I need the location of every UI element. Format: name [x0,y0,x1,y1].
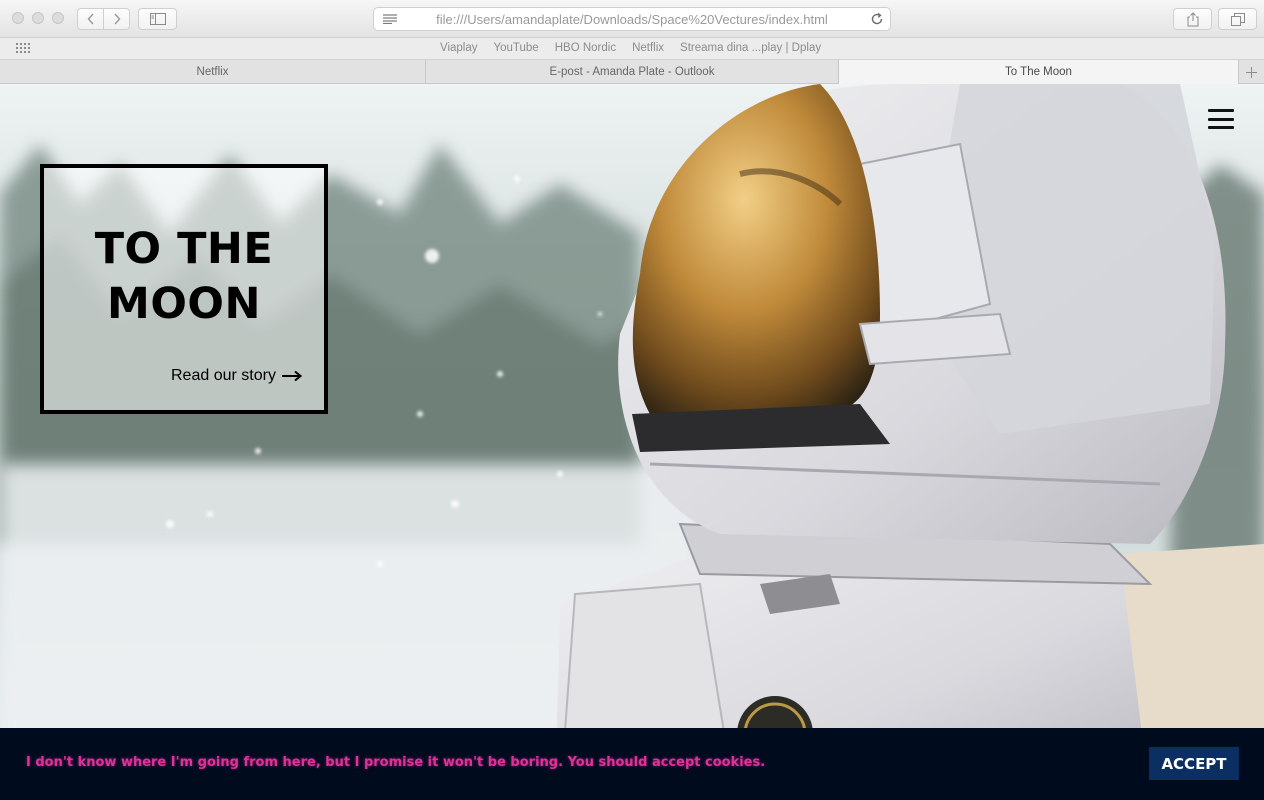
hero-title-line-2: MOON [107,279,261,329]
zoom-window-button[interactable] [52,12,64,24]
chevron-left-icon [87,13,94,25]
tab-netflix[interactable]: Netflix [0,60,426,84]
hamburger-menu-button[interactable] [1208,109,1234,129]
hero-title-card: TO THE MOON Read our story [40,164,328,414]
bookmark-dplay[interactable]: Streama dina ...play | Dplay [680,42,821,54]
tab-outlook[interactable]: E-post - Amanda Plate - Outlook [426,60,839,84]
tab-to-the-moon[interactable]: To The Moon [839,60,1239,84]
reload-icon[interactable] [869,11,885,27]
menu-bar-icon [1208,109,1234,112]
cookie-banner: I don't know where I'm going from here, … [0,728,1264,800]
top-sites-grid-icon[interactable] [16,43,30,53]
page-viewport: TO THE MOON Read our story I don't know … [0,84,1264,800]
tab-label: Netflix [196,66,229,78]
chevron-right-icon [113,13,120,25]
browser-toolbar: file:///Users/amandaplate/Downloads/Spac… [0,0,1264,38]
navigation-buttons [77,8,130,30]
hero-title: TO THE MOON [44,222,324,332]
tab-bar: Netflix E-post - Amanda Plate - Outlook … [0,60,1264,84]
menu-bar-icon [1208,126,1234,129]
plus-icon [1246,66,1257,78]
bookmark-viaplay[interactable]: Viaplay [440,42,478,54]
bookmarks-bar: Viaplay YouTube HBO Nordic Netflix Strea… [0,38,1264,60]
bookmark-list: Viaplay YouTube HBO Nordic Netflix Strea… [440,42,821,54]
sidebar-icon [149,13,166,25]
forward-button[interactable] [103,9,129,29]
read-our-story-label: Read our story [171,367,276,384]
sidebar-toggle-button[interactable] [138,8,177,30]
close-window-button[interactable] [12,12,24,24]
hero-title-line-1: TO THE [94,224,274,274]
tabs-overview-icon [1230,12,1245,26]
minimize-window-button[interactable] [32,12,44,24]
menu-bar-icon [1208,117,1234,121]
address-url: file:///Users/amandaplate/Downloads/Spac… [436,11,828,27]
arrow-right-icon [281,370,302,382]
back-button[interactable] [78,9,103,29]
tab-label: E-post - Amanda Plate - Outlook [549,66,715,78]
bookmark-hbo-nordic[interactable]: HBO Nordic [555,42,616,54]
bookmark-youtube[interactable]: YouTube [494,42,539,54]
accept-cookies-button[interactable]: ACCEPT [1149,747,1239,780]
cookie-message: I don't know where I'm going from here, … [26,755,766,770]
share-icon [1187,11,1198,26]
share-button[interactable] [1173,8,1212,30]
read-our-story-link[interactable]: Read our story [171,367,302,385]
reader-list-icon[interactable] [383,14,397,24]
bookmark-netflix[interactable]: Netflix [632,42,664,54]
address-bar[interactable]: file:///Users/amandaplate/Downloads/Spac… [373,7,891,31]
tab-label: To The Moon [1005,66,1072,78]
show-all-tabs-button[interactable] [1218,8,1257,30]
new-tab-button[interactable] [1239,60,1264,84]
